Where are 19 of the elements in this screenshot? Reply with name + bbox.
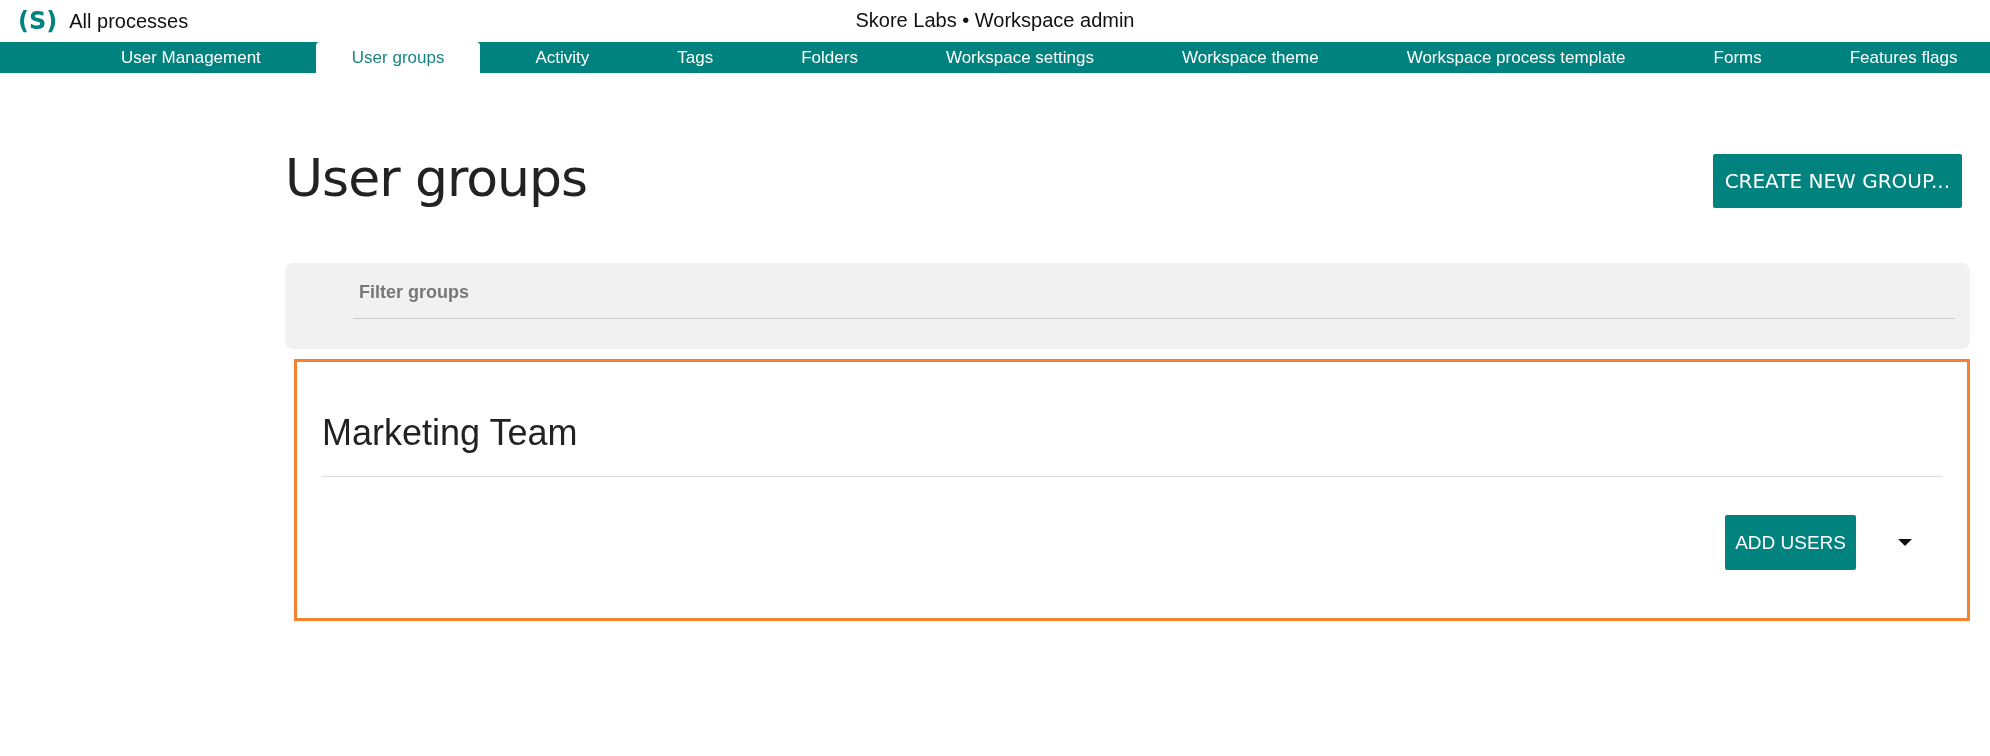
group-name: Marketing Team bbox=[322, 412, 578, 454]
nav-tab[interactable]: Workspace settings bbox=[912, 42, 1127, 73]
caret-icon[interactable] bbox=[1898, 539, 1912, 546]
create-group-button[interactable]: CREATE NEW GROUP... bbox=[1712, 154, 1962, 208]
nav-tab[interactable]: User Management bbox=[88, 42, 294, 73]
nav-tab[interactable]: Activity bbox=[502, 42, 623, 73]
nav-tab[interactable]: Workspace process template bbox=[1373, 42, 1659, 73]
app-logo[interactable]: (S) bbox=[18, 7, 58, 35]
page-heading: User groups bbox=[285, 148, 588, 208]
nav-tab[interactable]: Folders bbox=[768, 42, 891, 73]
nav-tab[interactable]: Workspace theme bbox=[1148, 42, 1352, 73]
filter-field[interactable]: Filter groups bbox=[285, 263, 1970, 349]
nav-tab[interactable]: Tags bbox=[644, 42, 747, 73]
nav-tab[interactable]: User groups bbox=[315, 42, 481, 73]
page-title: Skore Labs • Workspace admin bbox=[855, 9, 1135, 31]
add-users-button[interactable]: ADD USERS bbox=[1725, 515, 1856, 570]
nav-tab[interactable]: Forms bbox=[1680, 42, 1795, 73]
nav-tab[interactable]: Features flags bbox=[1816, 42, 1990, 73]
all-processes-link[interactable]: All processes bbox=[69, 9, 189, 33]
